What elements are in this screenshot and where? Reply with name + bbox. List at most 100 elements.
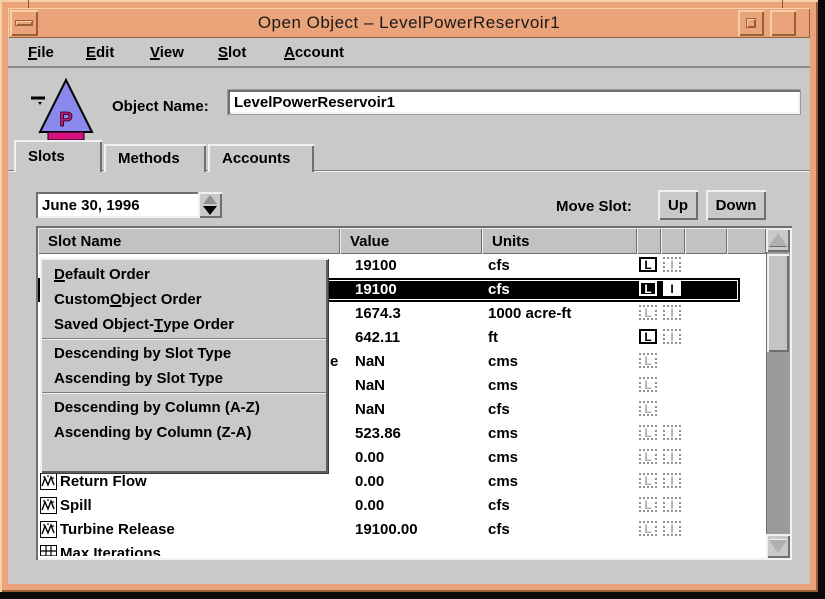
content-panel: P Object Name: SlotsMethodsAccounts Move… bbox=[8, 68, 810, 584]
scrollbar-thumb[interactable] bbox=[767, 254, 789, 352]
value-cell: 19100 bbox=[355, 257, 397, 274]
table-row-turbine-release[interactable]: Turbine Release19100.00cfsLI bbox=[38, 518, 766, 542]
flag-i-box[interactable]: I bbox=[663, 425, 681, 440]
menu-item-descending-by-column-a-z[interactable]: Descending by Column (A-Z) bbox=[40, 395, 328, 420]
flag-i-box[interactable]: I bbox=[663, 521, 681, 536]
move-slot-up-button[interactable]: Up bbox=[658, 190, 698, 220]
flag-l-box[interactable]: L bbox=[639, 497, 657, 512]
units-cell: cms bbox=[488, 425, 518, 442]
sort-context-menu: Default OrderCustom Object OrderSaved Ob… bbox=[40, 258, 328, 473]
scroll-up-icon bbox=[769, 233, 787, 246]
units-cell: ft bbox=[488, 329, 498, 346]
menu-item-default-order[interactable]: Default Order bbox=[40, 262, 328, 287]
value-cell: 0.00 bbox=[355, 473, 384, 490]
flag-i-box[interactable]: I bbox=[663, 329, 681, 344]
table-row-max-iterations[interactable]: Max Iterations bbox=[38, 542, 766, 556]
svg-text:P: P bbox=[59, 109, 72, 131]
timestep-date-field[interactable] bbox=[36, 192, 202, 218]
menu-item-saved-object-type-order[interactable]: Saved Object-Type Order bbox=[40, 312, 328, 337]
tab-slots[interactable]: Slots bbox=[14, 140, 102, 172]
menu-item-custom-object-order[interactable]: Custom Object Order bbox=[40, 287, 328, 312]
flag-i-box[interactable]: I bbox=[663, 305, 681, 320]
menubar-item-slot[interactable]: Slot bbox=[218, 44, 246, 61]
value-cell: 0.00 bbox=[355, 449, 384, 466]
move-slot-label: Move Slot: bbox=[556, 198, 632, 215]
flag-l-box[interactable]: L bbox=[639, 449, 657, 464]
table-header-row: Slot NameValueUnits bbox=[38, 228, 790, 254]
flag-l-box[interactable]: L bbox=[639, 353, 657, 368]
menu-item-ascending-by-column-z-a[interactable]: Ascending by Column (Z-A) bbox=[40, 420, 328, 445]
flag-i-box[interactable]: I bbox=[663, 449, 681, 464]
menu-bar: File Edit View Slot Account bbox=[8, 38, 810, 68]
scroll-up-button[interactable] bbox=[766, 228, 790, 252]
units-cell: cfs bbox=[488, 281, 510, 298]
flag-l-box[interactable]: L bbox=[639, 257, 657, 272]
date-spinner[interactable] bbox=[198, 192, 222, 218]
tab-methods[interactable]: Methods bbox=[104, 144, 206, 172]
window-title: Open Object – LevelPowerReservoir1 bbox=[8, 13, 810, 33]
column-header-flag[interactable] bbox=[661, 228, 685, 254]
flag-l-box[interactable]: L bbox=[639, 377, 657, 392]
flag-i-box[interactable]: I bbox=[663, 281, 681, 296]
menubar-item-view[interactable]: View bbox=[150, 44, 184, 61]
units-cell: cms bbox=[488, 377, 518, 394]
slot-name-cell: Spill bbox=[60, 497, 92, 514]
move-slot-down-button[interactable]: Down bbox=[706, 190, 766, 220]
scroll-down-icon bbox=[769, 540, 787, 553]
table-row-return-flow[interactable]: Return Flow0.00cmsLI bbox=[38, 470, 766, 494]
spinner-down-icon[interactable] bbox=[203, 206, 217, 215]
menu-separator bbox=[42, 338, 326, 340]
flag-l-box[interactable]: L bbox=[639, 329, 657, 344]
column-header-units[interactable]: Units bbox=[482, 228, 637, 254]
frame-notch bbox=[28, 0, 29, 8]
slot-name-cell: Max Iterations bbox=[60, 545, 161, 556]
flag-i-box[interactable]: I bbox=[663, 473, 681, 488]
units-cell: 1000 acre-ft bbox=[488, 305, 571, 322]
column-header-slot-name[interactable]: Slot Name bbox=[38, 228, 340, 254]
window-frame: Open Object – LevelPowerReservoir1 File E… bbox=[0, 0, 818, 592]
menu-item-descending-by-slot-type[interactable]: Descending by Slot Type bbox=[40, 341, 328, 366]
flag-l-box[interactable]: L bbox=[639, 281, 657, 296]
desktop-background bbox=[0, 592, 825, 599]
tab-accounts[interactable]: Accounts bbox=[208, 144, 314, 172]
flag-l-box[interactable]: L bbox=[639, 305, 657, 320]
flag-l-box[interactable]: L bbox=[639, 425, 657, 440]
menubar-item-account[interactable]: Account bbox=[284, 44, 344, 61]
column-header-flag[interactable] bbox=[727, 228, 766, 254]
flag-l-box[interactable]: L bbox=[639, 473, 657, 488]
slot-name-tail: e bbox=[330, 353, 338, 370]
flag-l-box[interactable]: L bbox=[639, 401, 657, 416]
column-header-flag[interactable] bbox=[685, 228, 727, 254]
table-slot-icon bbox=[40, 545, 57, 556]
maximize-button[interactable] bbox=[770, 10, 796, 36]
menubar-item-file[interactable]: File bbox=[28, 44, 54, 61]
level-power-reservoir-icon: P bbox=[30, 78, 98, 147]
units-cell: cms bbox=[488, 449, 518, 466]
object-name-field[interactable] bbox=[228, 90, 800, 114]
minimize-button[interactable] bbox=[738, 10, 764, 36]
spinner-up-icon[interactable] bbox=[203, 195, 217, 204]
units-cell: cfs bbox=[488, 521, 510, 538]
object-name-label: Object Name: bbox=[112, 98, 209, 115]
menu-separator bbox=[42, 392, 326, 394]
units-cell: cfs bbox=[488, 497, 510, 514]
table-row-spill[interactable]: Spill 0.00 cfs LI bbox=[38, 494, 766, 518]
units-cell: cms bbox=[488, 473, 518, 490]
title-bar[interactable]: Open Object – LevelPowerReservoir1 bbox=[8, 8, 810, 38]
value-cell: 642.11 bbox=[355, 329, 400, 346]
vertical-scrollbar[interactable] bbox=[766, 228, 790, 558]
series-slot-icon bbox=[40, 521, 57, 538]
menubar-item-edit[interactable]: Edit bbox=[86, 44, 114, 61]
flag-i-box[interactable]: I bbox=[663, 257, 681, 272]
value-cell: NaN bbox=[355, 353, 385, 370]
flag-l-box[interactable]: L bbox=[639, 521, 657, 536]
scroll-down-button[interactable] bbox=[766, 534, 790, 558]
value-cell: 1674.3 bbox=[355, 305, 401, 322]
minimize-dot-icon bbox=[747, 19, 755, 27]
menu-item-ascending-by-slot-type[interactable]: Ascending by Slot Type bbox=[40, 366, 328, 391]
value-cell: 0.00 bbox=[355, 497, 384, 514]
column-header-flag[interactable] bbox=[637, 228, 661, 254]
column-header-value[interactable]: Value bbox=[340, 228, 482, 254]
slot-name-cell: Turbine Release bbox=[60, 521, 175, 538]
flag-i-box[interactable]: I bbox=[663, 497, 681, 512]
